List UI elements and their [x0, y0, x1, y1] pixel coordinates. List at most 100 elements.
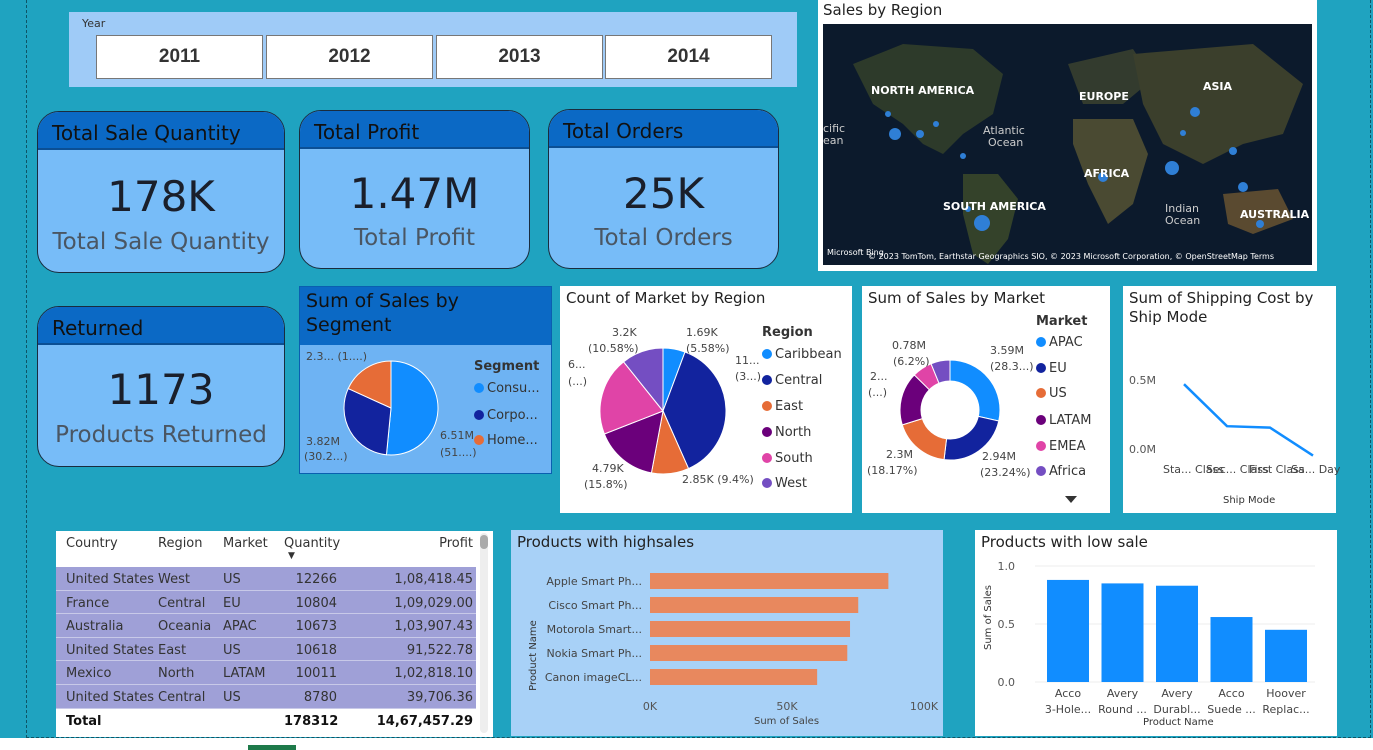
- legend-item-latam[interactable]: LATAM: [1036, 413, 1091, 428]
- year-button-2013[interactable]: 2013: [436, 35, 603, 79]
- x-tick-label: Sta... Class: [1163, 463, 1224, 476]
- map-bubble[interactable]: [889, 128, 901, 140]
- year-slicer: Year 2011 2012 2013 2014: [69, 12, 797, 87]
- y-tick-label: Motorola Smart...: [547, 623, 642, 636]
- legend-item-central[interactable]: Central: [762, 373, 822, 388]
- legend-item-west[interactable]: West: [762, 476, 807, 491]
- map-bubble[interactable]: [960, 153, 966, 159]
- year-button-2012[interactable]: 2012: [266, 35, 433, 79]
- table-row[interactable]: France Central EU 10804 1,09,029.00: [56, 590, 476, 615]
- legend-item-africa[interactable]: Africa: [1036, 464, 1086, 479]
- map-bubble[interactable]: [1165, 161, 1179, 175]
- table-row[interactable]: Mexico North LATAM 10011 1,02,818.10: [56, 661, 476, 685]
- legend-item-north[interactable]: North: [762, 425, 811, 440]
- table-grid: Country Region Market Quantity Profit ▼ United…: [56, 531, 476, 733]
- map-bubble[interactable]: [933, 121, 939, 127]
- pie-data-label: 3.2K: [612, 326, 637, 339]
- map-bubble[interactable]: [1229, 147, 1237, 155]
- pie-data-label: 0.78M: [892, 339, 926, 352]
- bar[interactable]: [1156, 585, 1198, 682]
- low-sales-card: Products with low sale Sum of Sales 1.0 0…: [975, 530, 1337, 736]
- legend-item-emea[interactable]: EMEA: [1036, 439, 1086, 454]
- table-cell: Mexico: [66, 666, 112, 682]
- map-bubble[interactable]: [1256, 220, 1264, 228]
- year-button-2011[interactable]: 2011: [96, 35, 263, 79]
- x-tick-label: 100K: [910, 700, 939, 713]
- legend-label: North: [775, 425, 812, 440]
- legend-item-corporate[interactable]: Corpo...: [474, 408, 538, 423]
- map-bubble[interactable]: [1190, 107, 1200, 117]
- legend-item-east[interactable]: East: [762, 399, 803, 414]
- legend-item-caribbean[interactable]: Caribbean: [762, 347, 842, 362]
- table-row[interactable]: Australia Oceania APAC 10673 1,03,907.43: [56, 614, 476, 638]
- table-total-row[interactable]: Total 178312 14,67,457.29: [56, 708, 476, 733]
- map-area[interactable]: NORTH AMERICA EUROPE ASIA Atlantic Ocean…: [823, 24, 1312, 265]
- bar[interactable]: [650, 645, 848, 661]
- bar[interactable]: [1265, 629, 1307, 682]
- table-header-row[interactable]: Country Region Market Quantity Profit ▼: [56, 531, 476, 567]
- bar[interactable]: [1210, 617, 1253, 682]
- table-cell: US: [223, 572, 241, 587]
- map-bubble[interactable]: [1238, 182, 1248, 192]
- table-cell: Central: [158, 689, 206, 705]
- segment-chart-title: Sum of Sales by Segment: [306, 290, 459, 336]
- pie-data-label: (5.58%): [686, 342, 730, 355]
- x-tick-label: Acco: [1218, 687, 1244, 700]
- map-bubble[interactable]: [974, 215, 990, 231]
- kpi-value: 1173: [107, 365, 215, 414]
- bar[interactable]: [1101, 583, 1144, 682]
- x-tick-label: Avery: [1161, 687, 1193, 700]
- legend-item-eu[interactable]: EU: [1036, 361, 1067, 376]
- bar[interactable]: [650, 621, 851, 637]
- pie-data-label: (30.2...): [304, 450, 348, 463]
- legend-label: Africa: [1049, 464, 1087, 479]
- kpi-title: Total Sale Quantity: [38, 112, 284, 150]
- x-tick-label: Suede ...: [1207, 703, 1255, 716]
- region-legend-title: Region: [762, 325, 813, 340]
- table-cell: West: [158, 572, 190, 587]
- x-tick-label: First Class: [1249, 463, 1305, 476]
- map-label-pacific-ocean: ean: [823, 134, 844, 147]
- legend-item-consumer[interactable]: Consu...: [474, 381, 540, 396]
- chevron-down-icon[interactable]: [1065, 496, 1077, 503]
- map-bubble[interactable]: [885, 111, 891, 117]
- table-row[interactable]: United States East US 10618 91,522.78: [56, 637, 476, 662]
- pie-slice[interactable]: [385, 360, 439, 456]
- market-chart-title: Sum of Sales by Market: [868, 289, 1046, 307]
- kpi-value: 1.47M: [349, 169, 480, 218]
- sort-descending-icon[interactable]: ▼: [288, 551, 295, 561]
- bar[interactable]: [650, 573, 889, 589]
- region-chart-title: Count of Market by Region: [566, 289, 766, 307]
- legend-item-home-office[interactable]: Home...: [474, 433, 538, 448]
- table-cell: 12266: [295, 572, 337, 587]
- table-row[interactable]: United States West US 12266 1,08,418.45: [56, 567, 476, 591]
- map-bubble[interactable]: [916, 130, 924, 138]
- x-tick-label: 3-Hole...: [1045, 703, 1091, 716]
- legend-label: South: [775, 451, 813, 466]
- map-credit: © 2023 TomTom, Earthstar Geographics SIO…: [868, 252, 1274, 261]
- bar[interactable]: [1047, 579, 1089, 682]
- year-button-2014[interactable]: 2014: [605, 35, 772, 79]
- table-cell: United States: [66, 689, 155, 705]
- shipping-cost-line[interactable]: [1183, 383, 1314, 457]
- y-tick-label: Nokia Smart Ph...: [547, 647, 643, 660]
- map-bubble[interactable]: [1180, 130, 1186, 136]
- table-cell: East: [158, 642, 187, 658]
- scrollbar-thumb[interactable]: [480, 535, 488, 549]
- legend-dot: [1036, 466, 1046, 476]
- market-by-region-card: Count of Market by Region 1.69K (5.58%) …: [560, 286, 852, 513]
- table-row[interactable]: United States Central US 8780 39,706.36: [56, 684, 476, 709]
- bar[interactable]: [650, 669, 818, 685]
- table-cell: Oceania: [158, 619, 212, 635]
- legend-item-us[interactable]: US: [1036, 386, 1067, 401]
- legend-item-apac[interactable]: APAC: [1036, 335, 1083, 350]
- legend-item-south[interactable]: South: [762, 451, 813, 466]
- legend-dot: [1036, 441, 1046, 451]
- table-cell: 10804: [295, 595, 337, 611]
- page-tab-active[interactable]: [248, 745, 296, 750]
- kpi-label: Total Orders: [594, 225, 733, 251]
- legend-label: LATAM: [1049, 413, 1092, 428]
- table-scrollbar[interactable]: [480, 533, 488, 733]
- bar[interactable]: [650, 597, 859, 613]
- map-label-atlantic-ocean: Ocean: [988, 136, 1023, 149]
